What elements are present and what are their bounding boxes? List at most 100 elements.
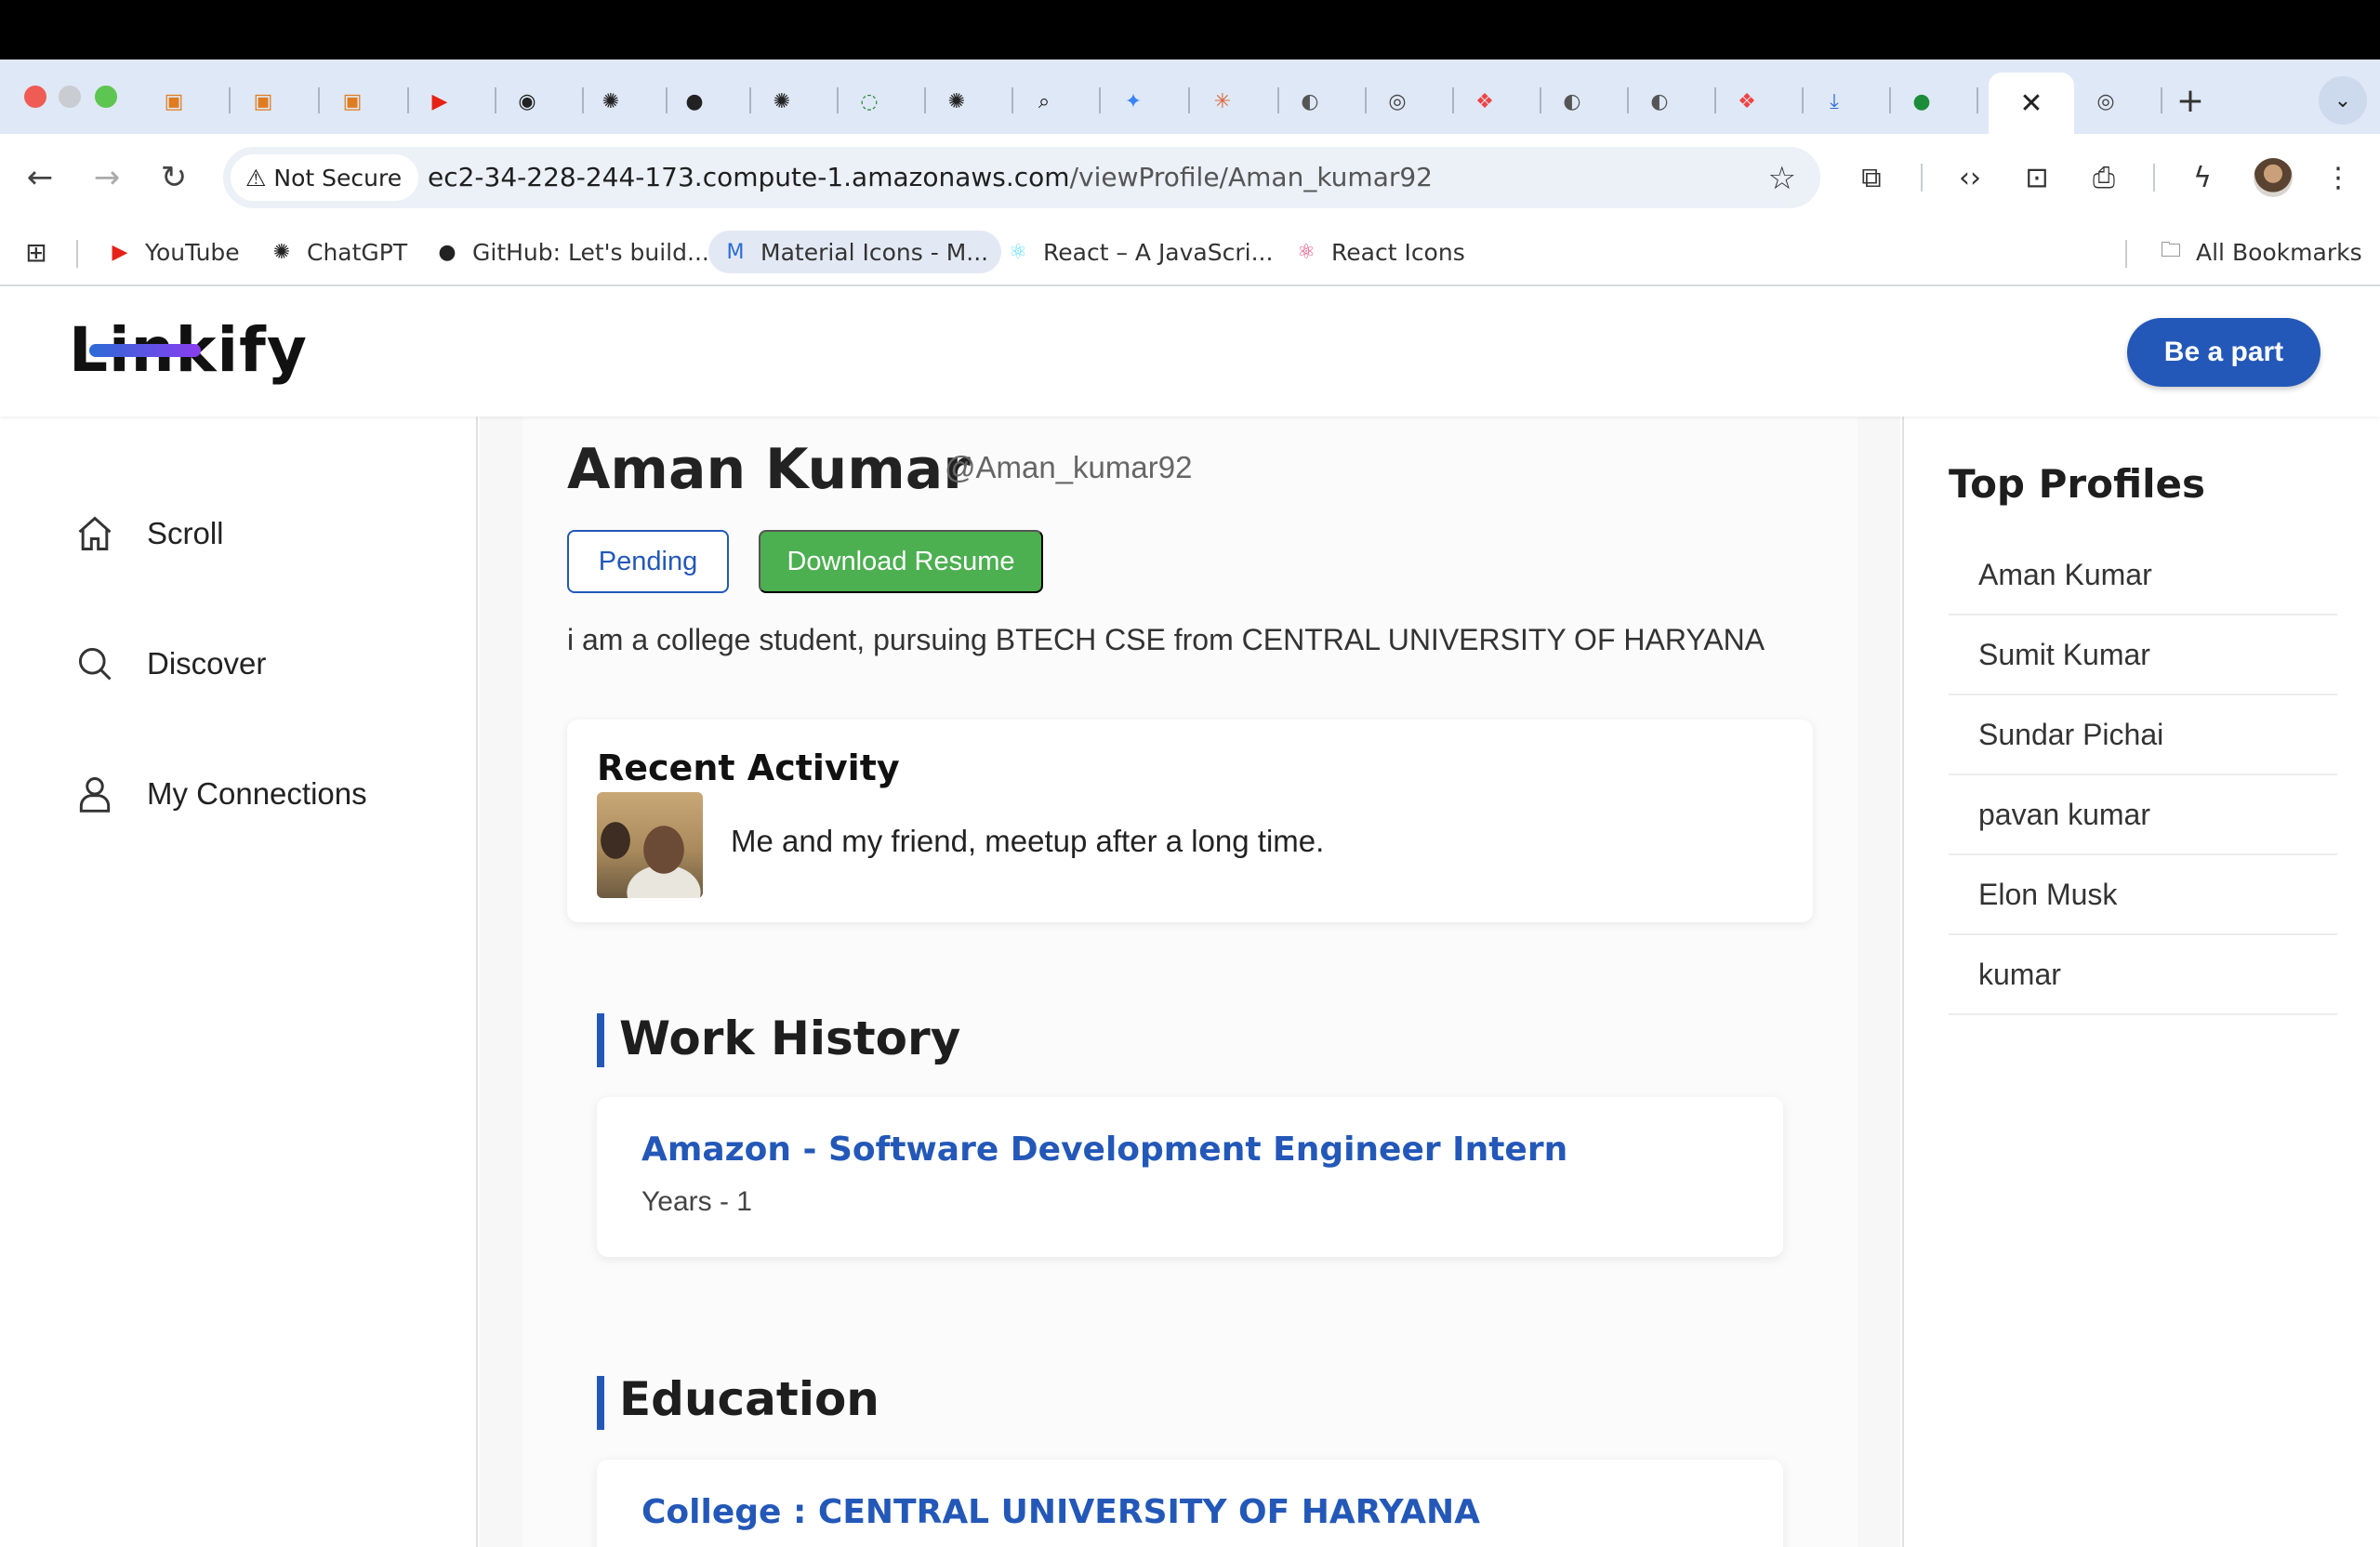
profile-bio: i am a college student, pursuing BTECH C… bbox=[567, 623, 1765, 656]
browser-tab[interactable]: ◐ bbox=[1279, 78, 1367, 125]
site-security-chip[interactable]: ⚠ Not Secure bbox=[231, 154, 419, 201]
browser-tab[interactable]: ◐ bbox=[1541, 78, 1629, 125]
browser-tab[interactable]: ◎ bbox=[1367, 78, 1454, 125]
profile-name: Aman Kumar bbox=[567, 437, 971, 502]
browser-tab[interactable]: ⤓ bbox=[1804, 78, 1891, 125]
user-icon bbox=[73, 772, 117, 816]
top-profile-item[interactable]: kumar bbox=[1949, 935, 2337, 1015]
new-tab-button[interactable]: + bbox=[2170, 80, 2211, 121]
address-bar[interactable]: ⚠ Not Secure ec2-34-228-244-173.compute-… bbox=[223, 147, 1820, 208]
tab-search-button[interactable]: ⌄ bbox=[2319, 76, 2367, 125]
search-dark-icon: ⌕ bbox=[1038, 89, 1051, 113]
active-tab[interactable]: ✕ bbox=[1989, 73, 2074, 134]
aws-icon: ▣ bbox=[164, 89, 184, 113]
code-icon[interactable]: ‹› bbox=[1949, 156, 1991, 199]
maximize-window-button[interactable] bbox=[95, 86, 117, 108]
url-text[interactable]: ec2-34-228-244-173.compute-1.amazonaws.c… bbox=[428, 162, 1433, 192]
sidebar-item-scroll[interactable]: Scroll bbox=[73, 506, 224, 562]
top-profile-item[interactable]: Sundar Pichai bbox=[1949, 695, 2337, 775]
screenshot-icon[interactable]: ⊡ bbox=[2016, 156, 2058, 199]
bookmark-label: GitHub: Let's build... bbox=[472, 238, 709, 266]
extensions-icon[interactable]: ⧉ bbox=[1850, 156, 1893, 199]
sidebar-item-my-connections[interactable]: My Connections bbox=[73, 766, 367, 822]
bookmark-item[interactable]: ● GitHub: Let's build... bbox=[420, 231, 722, 273]
apps-grid-icon[interactable]: ⊞ bbox=[9, 231, 63, 273]
browser-tab[interactable]: ● bbox=[664, 78, 751, 125]
bookmark-item[interactable]: ▶ YouTube bbox=[93, 231, 253, 273]
top-profile-item[interactable]: Elon Musk bbox=[1949, 855, 2337, 935]
folder-icon: 🗀 bbox=[2160, 239, 2181, 262]
bookmark-label: React Icons bbox=[1331, 238, 1465, 266]
right-sidebar: Top Profiles Aman Kumar Sumit Kumar Sundar… bbox=[1902, 416, 2380, 1547]
reload-icon: ↻ bbox=[160, 159, 188, 196]
section-accent bbox=[597, 1376, 604, 1430]
pending-connection-button[interactable]: Pending bbox=[567, 530, 729, 593]
browser-tab[interactable]: ▶ bbox=[409, 78, 496, 125]
bookmark-label: ChatGPT bbox=[307, 238, 408, 266]
browser-tab[interactable]: ◉ bbox=[496, 78, 584, 125]
browser-tab[interactable]: ● bbox=[1891, 78, 1978, 125]
post-image[interactable] bbox=[597, 792, 703, 898]
profile-username: @Aman_kumar92 bbox=[945, 450, 1193, 484]
aws-icon: ▣ bbox=[342, 89, 363, 113]
all-bookmarks-label: All Bookmarks bbox=[2196, 238, 2362, 266]
top-profile-item[interactable]: Sumit Kumar bbox=[1949, 615, 2337, 695]
work-item-title[interactable]: Amazon - Software Development Engineer I… bbox=[641, 1130, 1567, 1169]
bookmark-item[interactable]: ⚛ React Icons bbox=[1279, 231, 1478, 273]
all-bookmarks-button[interactable]: 🗀 All Bookmarks bbox=[2144, 231, 2375, 273]
browser-tab[interactable]: ❖ bbox=[1716, 78, 1804, 125]
top-profile-item[interactable]: pavan kumar bbox=[1949, 775, 2337, 855]
bookmark-item[interactable]: M Material Icons - M... bbox=[708, 231, 1002, 273]
bookmark-item[interactable]: ✺ ChatGPT bbox=[255, 231, 420, 273]
browser-tab[interactable]: ✺ bbox=[580, 78, 668, 125]
close-window-button[interactable] bbox=[24, 86, 46, 108]
browser-tab[interactable]: ▣ bbox=[143, 78, 231, 125]
back-button[interactable]: ← bbox=[19, 156, 61, 199]
kebab-menu-icon[interactable]: ⋮ bbox=[2317, 156, 2360, 199]
browser-tab[interactable]: ◐ bbox=[1629, 78, 1716, 125]
react-icon: ⚛ bbox=[1009, 240, 1027, 264]
browser-toolbar: ← → ↻ ⚠ Not Secure ec2-34-228-244-173.co… bbox=[0, 134, 2380, 221]
browser-tab[interactable]: ✦ bbox=[1103, 78, 1190, 125]
browser-tab[interactable]: ◌ bbox=[839, 78, 926, 125]
minimize-window-button[interactable] bbox=[59, 86, 81, 108]
logo-swoosh bbox=[89, 344, 201, 357]
chatgpt-icon: ✺ bbox=[773, 89, 791, 113]
top-profile-item[interactable]: Aman Kumar bbox=[1949, 536, 2337, 615]
browser-tab[interactable]: ✺ bbox=[751, 78, 839, 125]
education-item-card: College : CENTRAL UNIVERSITY OF HARYANA bbox=[597, 1460, 1783, 1547]
browser-tab[interactable]: ❖ bbox=[1454, 78, 1541, 125]
bookmark-label: React – A JavaScri... bbox=[1043, 238, 1274, 266]
sidebar-item-discover[interactable]: Discover bbox=[73, 636, 266, 692]
performance-icon[interactable]: ϟ bbox=[2181, 156, 2224, 199]
be-a-part-button[interactable]: Be a part bbox=[2127, 318, 2320, 387]
search-icon bbox=[73, 641, 117, 686]
browser-tab[interactable]: ✺ bbox=[926, 78, 1013, 125]
chatgpt-icon: ✺ bbox=[602, 89, 620, 113]
post-text: Me and my friend, meetup after a long ti… bbox=[731, 824, 1325, 858]
print-icon[interactable]: ⎙ bbox=[2082, 156, 2125, 199]
bookmark-label: Material Icons - M... bbox=[760, 238, 989, 266]
claude-icon: ✳ bbox=[1213, 89, 1232, 113]
reload-button[interactable]: ↻ bbox=[152, 156, 195, 199]
browser-tab[interactable]: ◎ bbox=[2075, 78, 2162, 125]
github-icon: ● bbox=[685, 89, 704, 113]
forward-button[interactable]: → bbox=[86, 156, 128, 199]
react-icons-icon: ⚛ bbox=[1297, 240, 1316, 264]
work-item-years: Years - 1 bbox=[641, 1186, 752, 1217]
close-tab-icon[interactable]: ✕ bbox=[2019, 87, 2043, 120]
home-icon bbox=[73, 511, 117, 556]
download-resume-button[interactable]: Download Resume bbox=[759, 530, 1043, 593]
education-item-title[interactable]: College : CENTRAL UNIVERSITY OF HARYANA bbox=[641, 1493, 1480, 1531]
browser-tab[interactable]: ⌕ bbox=[1013, 78, 1101, 125]
bookmark-star-icon[interactable]: ☆ bbox=[1768, 160, 1796, 197]
browser-tab[interactable]: ✳ bbox=[1192, 78, 1279, 125]
browser-tab[interactable]: ▣ bbox=[322, 78, 409, 125]
section-accent bbox=[597, 1013, 604, 1067]
recent-activity-card: Recent Activity Me and my friend, meetup… bbox=[567, 720, 1813, 922]
profile-avatar[interactable] bbox=[2254, 158, 2293, 197]
bookmark-label: YouTube bbox=[145, 238, 240, 266]
browser-tab[interactable]: ▣ bbox=[232, 78, 320, 125]
bookmark-item[interactable]: ⚛ React – A JavaScri... bbox=[991, 231, 1286, 273]
figma-icon: ❖ bbox=[1475, 89, 1494, 113]
